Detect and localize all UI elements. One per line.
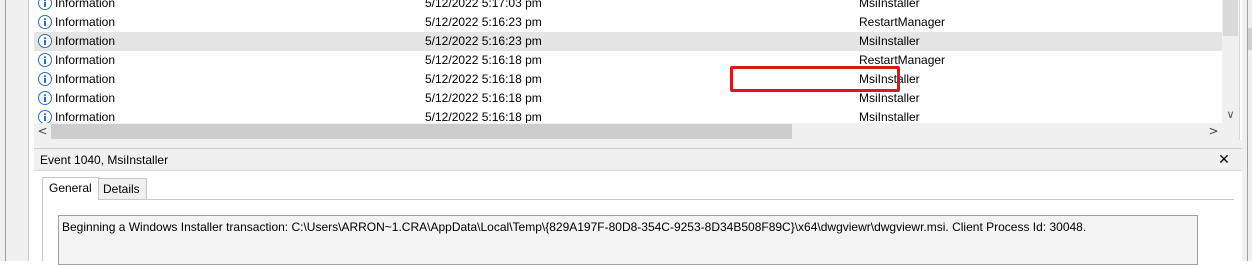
general-tab-panel: Beginning a Windows Installer transactio… [42, 199, 1234, 265]
event-row[interactable]: Information 5/12/2022 5:16:18 pm MsiInstal… [34, 89, 1222, 108]
event-date-time: 5/12/2022 5:17:03 pm [425, 0, 542, 10]
event-row[interactable]: Information 5/12/2022 5:16:18 pm MsiInstal… [34, 70, 1222, 89]
event-level-label: Information [55, 53, 116, 67]
information-icon [38, 71, 52, 86]
event-description-box[interactable]: Beginning a Windows Installer transactio… [58, 215, 1198, 265]
vertical-scroll-thumb[interactable] [1223, 0, 1238, 36]
information-icon [38, 52, 52, 67]
event-list[interactable]: Information 5/12/2022 5:17:03 pm MsiInstal… [34, 0, 1240, 140]
event-level-cell: Information [38, 0, 115, 13]
left-edge-line [5, 0, 6, 261]
pane-splitter[interactable] [34, 140, 1242, 148]
event-source: MsiInstaller [859, 0, 920, 10]
event-date-time: 5/12/2022 5:16:18 pm [425, 53, 542, 67]
event-date-time: 5/12/2022 5:16:18 pm [425, 91, 542, 105]
vertical-scrollbar[interactable]: ∨ [1222, 0, 1239, 123]
information-icon [38, 14, 52, 29]
event-source: MsiInstaller [859, 72, 920, 86]
tab-general[interactable]: General [42, 177, 99, 200]
event-row[interactable]: Information 5/12/2022 5:16:23 pm MsiInstal… [34, 32, 1222, 51]
horizontal-scrollbar[interactable]: < > [34, 123, 1239, 140]
details-title: Event 1040, MsiInstaller [40, 153, 169, 167]
event-level-cell: Information [38, 70, 115, 89]
event-level-cell: Information [38, 32, 115, 51]
information-icon [38, 0, 52, 10]
information-icon [38, 90, 52, 105]
event-description[interactable]: Beginning a Windows Installer transactio… [62, 219, 1086, 235]
tab-details[interactable]: Details [96, 178, 147, 199]
event-row[interactable]: Information 5/12/2022 5:16:18 pm RestartMa… [34, 51, 1222, 70]
event-level-cell: Information [38, 89, 115, 108]
event-level-label: Information [55, 15, 116, 29]
scroll-right-arrow-icon[interactable]: > [1205, 123, 1222, 140]
event-level-label: Information [55, 72, 116, 86]
event-date-time: 5/12/2022 5:16:23 pm [425, 15, 542, 29]
actions-pane-scroll-thumb[interactable] [1248, 28, 1252, 50]
information-icon [38, 33, 52, 48]
event-date-time: 5/12/2022 5:16:18 pm [425, 72, 542, 86]
event-level-label: Information [55, 0, 116, 10]
event-rows: Information 5/12/2022 5:17:03 pm MsiInstal… [34, 0, 1222, 127]
information-icon [38, 109, 52, 124]
event-level-label: Information [55, 91, 116, 105]
details-tabs: General Details Beginning a Windows Inst… [34, 171, 1242, 265]
event-source: RestartManager [859, 53, 946, 67]
event-date-time: 5/12/2022 5:16:23 pm [425, 34, 542, 48]
event-level-cell: Information [38, 13, 115, 32]
details-header: Event 1040, MsiInstaller ✕ [34, 148, 1242, 171]
event-details-pane: Event 1040, MsiInstaller ✕ General Detai… [34, 148, 1242, 265]
event-row[interactable]: Information 5/12/2022 5:17:03 pm MsiInstal… [34, 0, 1222, 13]
event-level-cell: Information [38, 51, 115, 70]
event-row[interactable]: Information 5/12/2022 5:16:23 pm RestartMa… [34, 13, 1222, 32]
close-icon[interactable]: ✕ [1217, 153, 1231, 167]
event-level-label: Information [55, 110, 116, 124]
event-source: MsiInstaller [859, 91, 920, 105]
event-level-label: Information [55, 34, 116, 48]
scroll-left-arrow-icon[interactable]: < [34, 123, 51, 140]
horizontal-scroll-thumb[interactable] [51, 124, 792, 139]
event-source: RestartManager [859, 15, 946, 29]
scroll-down-arrow-icon[interactable]: ∨ [1222, 106, 1239, 123]
event-source: MsiInstaller [859, 34, 920, 48]
